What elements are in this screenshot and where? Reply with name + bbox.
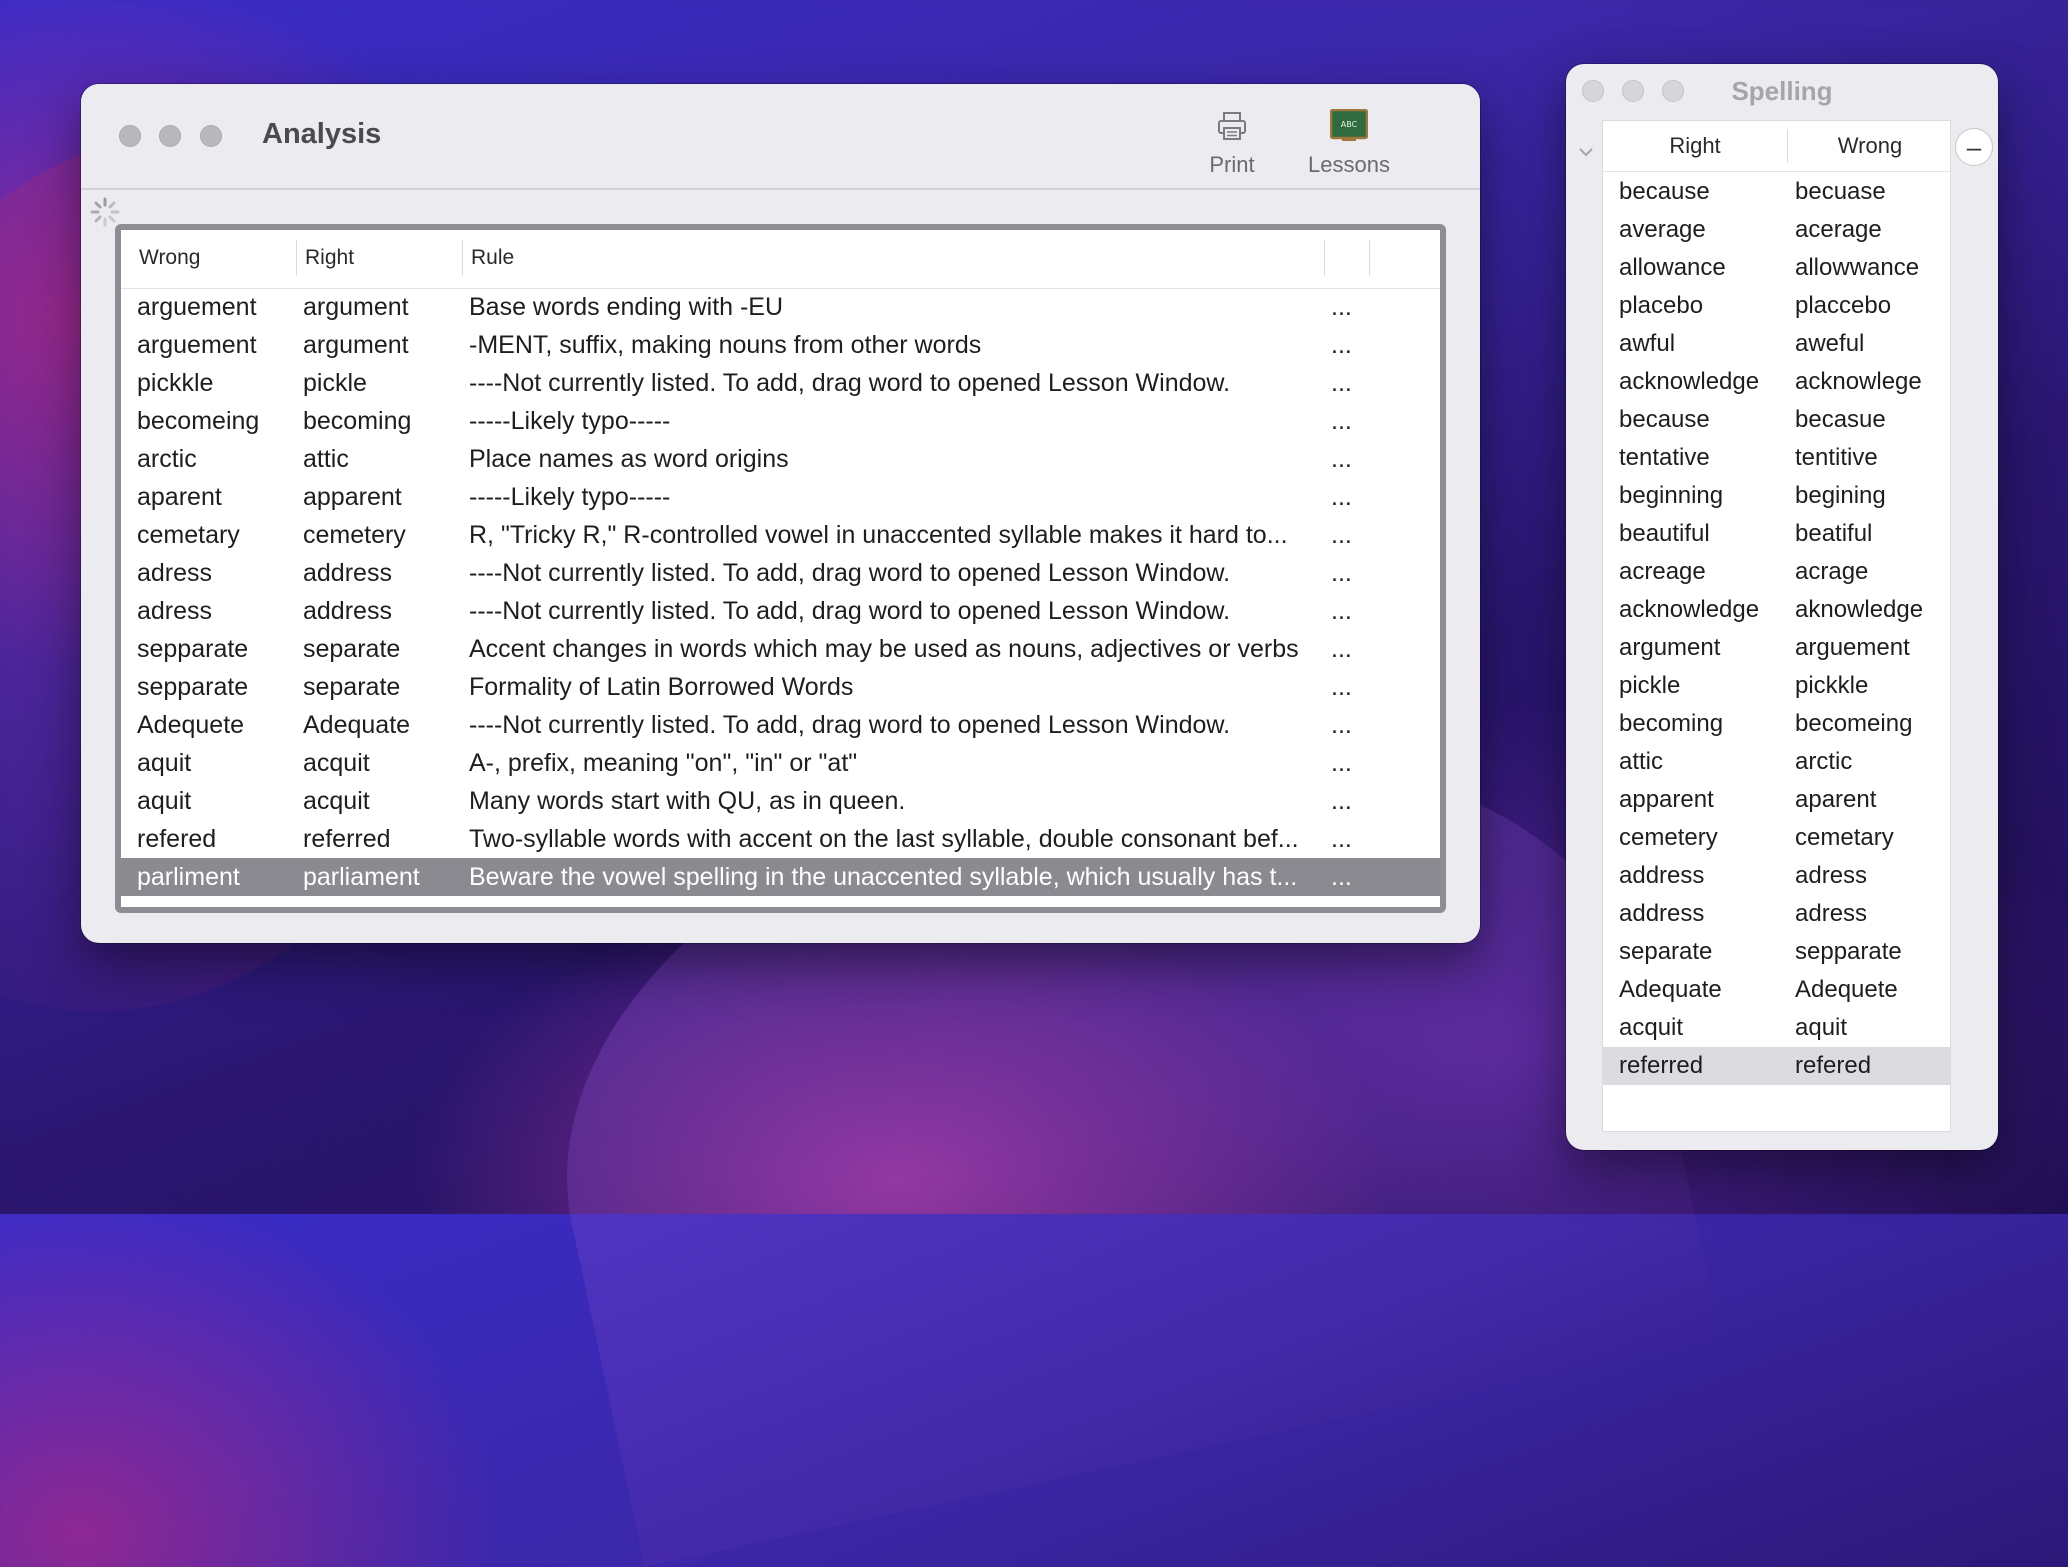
more-button[interactable]: ...: [1331, 331, 1361, 360]
analysis-window: Analysis Print ABC Lessons Wrong Right R…: [81, 84, 1480, 943]
list-item[interactable]: acreage acrage: [1603, 553, 1950, 591]
column-header-wrong[interactable]: Wrong: [139, 246, 200, 270]
list-item[interactable]: allowance allowwance: [1603, 249, 1950, 287]
table-header: Wrong Right Rule: [121, 230, 1440, 289]
more-button[interactable]: ...: [1331, 749, 1361, 778]
column-header-right[interactable]: Right: [1603, 133, 1787, 159]
list-item[interactable]: because becasue: [1603, 401, 1950, 439]
list-item[interactable]: tentative tentitive: [1603, 439, 1950, 477]
table-row[interactable]: arguement argument Base words ending wit…: [121, 288, 1440, 326]
more-button[interactable]: ...: [1331, 863, 1361, 892]
progress-spinner-icon: [90, 197, 120, 227]
column-header-rule[interactable]: Rule: [471, 246, 514, 270]
table-row[interactable]: aparent apparent -----Likely typo----- .…: [121, 478, 1440, 516]
more-button[interactable]: ...: [1331, 521, 1361, 550]
column-header-right[interactable]: Right: [305, 246, 354, 270]
list-item[interactable]: acquit aquit: [1603, 1009, 1950, 1047]
table-row[interactable]: refered referred Two-syllable words with…: [121, 820, 1440, 858]
print-label: Print: [1209, 152, 1255, 177]
list-item[interactable]: acknowledge acknowlege: [1603, 363, 1950, 401]
minimize-button[interactable]: [159, 125, 181, 147]
window-title: Spelling: [1731, 76, 1833, 106]
list-item[interactable]: beginning begining: [1603, 477, 1950, 515]
table-row[interactable]: aquit acquit Many words start with QU, a…: [121, 782, 1440, 820]
zoom-button[interactable]: [200, 125, 222, 147]
spelling-window: Spelling Right Wrong because becuase aver…: [1566, 64, 1998, 1150]
printer-icon: [1218, 112, 1246, 140]
list-item[interactable]: apparent aparent: [1603, 781, 1950, 819]
more-button[interactable]: ...: [1331, 559, 1361, 588]
table-row[interactable]: pickkle pickle ----Not currently listed.…: [121, 364, 1440, 402]
table-row[interactable]: Adequete Adequate ----Not currently list…: [121, 706, 1440, 744]
print-button[interactable]: Print: [1197, 106, 1267, 178]
list-item[interactable]: acknowledge aknowledge: [1603, 591, 1950, 629]
list-item[interactable]: address adress: [1603, 895, 1950, 933]
table-row[interactable]: arguement argument -MENT, suffix, making…: [121, 326, 1440, 364]
table-row[interactable]: adress address ----Not currently listed.…: [121, 554, 1440, 592]
more-button[interactable]: ...: [1331, 293, 1361, 322]
table-row[interactable]: adress address ----Not currently listed.…: [121, 592, 1440, 630]
list-item[interactable]: awful aweful: [1603, 325, 1950, 363]
list-item[interactable]: beautiful beatiful: [1603, 515, 1950, 553]
lessons-label: Lessons: [1308, 152, 1390, 177]
chalkboard-icon: ABC: [1330, 109, 1368, 141]
list-item[interactable]: becoming becomeing: [1603, 705, 1950, 743]
more-button[interactable]: ...: [1331, 635, 1361, 664]
table-row[interactable]: cemetary cemetery R, "Tricky R," R-contr…: [121, 516, 1440, 554]
more-button[interactable]: ...: [1331, 787, 1361, 816]
list-item[interactable]: address adress: [1603, 857, 1950, 895]
more-button[interactable]: ...: [1331, 407, 1361, 436]
list-item[interactable]: pickle pickkle: [1603, 667, 1950, 705]
list-item[interactable]: Adequate Adequete: [1603, 971, 1950, 1009]
more-button[interactable]: ...: [1331, 711, 1361, 740]
analysis-table[interactable]: Wrong Right Rule arguement argument Base…: [115, 224, 1446, 913]
more-button[interactable]: ...: [1331, 673, 1361, 702]
list-item[interactable]: average acerage: [1603, 211, 1950, 249]
chevron-down-icon[interactable]: [1578, 146, 1594, 158]
remove-button[interactable]: –: [1955, 128, 1993, 166]
analysis-titlebar[interactable]: Analysis Print ABC Lessons: [81, 84, 1480, 190]
list-item[interactable]: argument arguement: [1603, 629, 1950, 667]
chalkboard-text: ABC: [1341, 120, 1358, 129]
list-item[interactable]: cemetery cemetary: [1603, 819, 1950, 857]
more-button[interactable]: ...: [1331, 445, 1361, 474]
list-item[interactable]: because becuase: [1603, 173, 1950, 211]
table-row-selected[interactable]: parliment parliament Beware the vowel sp…: [121, 858, 1440, 896]
list-item[interactable]: placebo placcebo: [1603, 287, 1950, 325]
table-header: Right Wrong: [1603, 121, 1950, 172]
column-header-wrong[interactable]: Wrong: [1788, 133, 1952, 159]
more-button[interactable]: ...: [1331, 597, 1361, 626]
close-button[interactable]: [119, 125, 141, 147]
list-item[interactable]: attic arctic: [1603, 743, 1950, 781]
list-item-selected[interactable]: referred refered: [1603, 1047, 1950, 1085]
table-row[interactable]: becomeing becoming -----Likely typo-----…: [121, 402, 1440, 440]
more-button[interactable]: ...: [1331, 483, 1361, 512]
more-button[interactable]: ...: [1331, 825, 1361, 854]
lessons-button[interactable]: ABC Lessons: [1299, 106, 1399, 178]
table-row[interactable]: arctic attic Place names as word origins…: [121, 440, 1440, 478]
list-item[interactable]: separate sepparate: [1603, 933, 1950, 971]
table-row[interactable]: sepparate separate Accent changes in wor…: [121, 630, 1440, 668]
table-row[interactable]: aquit acquit A-, prefix, meaning "on", "…: [121, 744, 1440, 782]
more-button[interactable]: ...: [1331, 369, 1361, 398]
window-title: Analysis: [262, 118, 382, 150]
spelling-table[interactable]: Right Wrong because becuase average acerag…: [1602, 120, 1951, 1132]
table-row[interactable]: sepparate separate Formality of Latin Bo…: [121, 668, 1440, 706]
